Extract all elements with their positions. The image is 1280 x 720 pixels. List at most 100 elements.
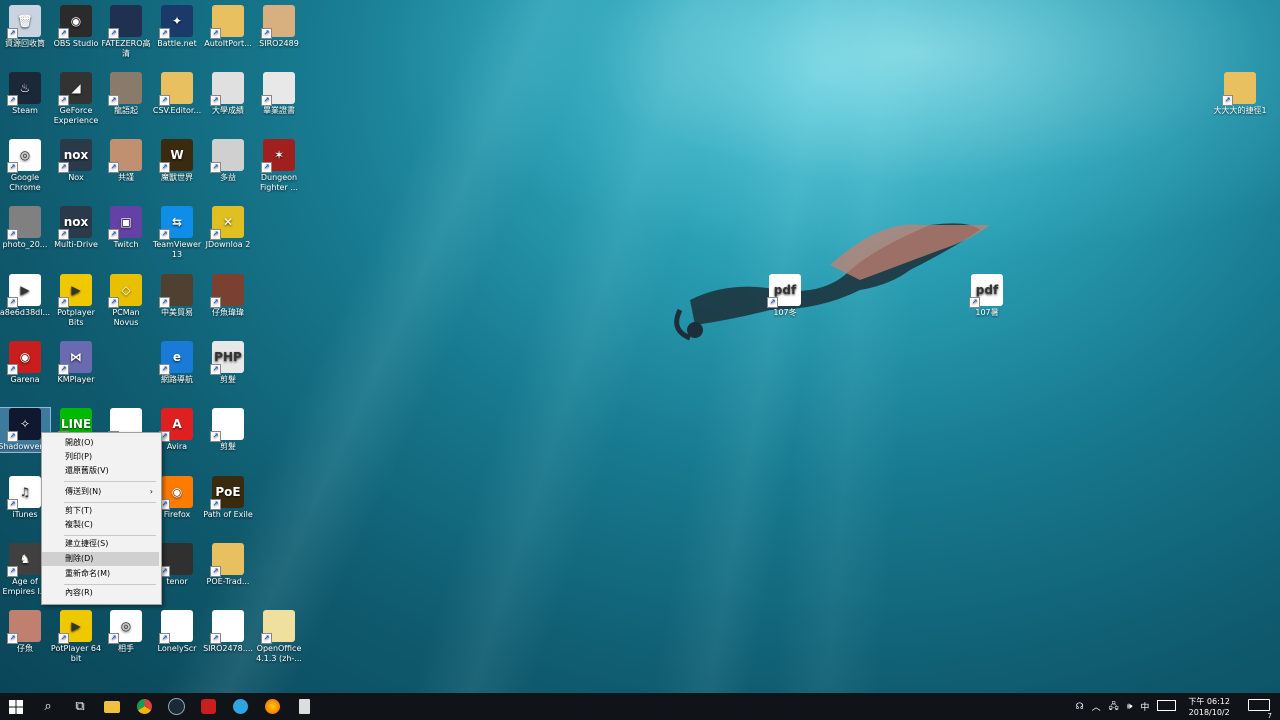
desktop-icon[interactable]: ↗ 畢業證書 (254, 72, 304, 116)
shortcut-arrow-icon: ↗ (58, 95, 69, 106)
taskbar-garena[interactable] (192, 693, 224, 720)
app-icon: ↗ (108, 5, 142, 39)
desktop-icon[interactable]: ▣ ↗ Twitch (101, 206, 151, 250)
desktop-icon[interactable]: ↗ CSV.Editor... (152, 72, 202, 116)
shortcut-arrow-icon: ↗ (159, 229, 170, 240)
shortcut-arrow-icon: ↗ (108, 633, 119, 644)
shortcut-arrow-icon: ↗ (159, 633, 170, 644)
menu-item-properties[interactable]: 內容(R) (42, 586, 159, 600)
desktop-icon[interactable]: ◉ ↗ Garena (0, 341, 50, 385)
taskbar-firefox[interactable] (256, 693, 288, 720)
menu-item-create-shortcut[interactable]: 建立捷徑(S) (42, 537, 159, 551)
desktop-icon[interactable]: ↗ FATEZERO高清 (101, 5, 151, 59)
desktop-icon[interactable]: ↗ 多益 (203, 139, 253, 183)
desktop-icon[interactable]: ⇆ ↗ TeamViewer 13 (152, 206, 202, 260)
people-icon[interactable]: ☊ (1072, 702, 1088, 712)
task-view-button[interactable]: ⧉ (64, 693, 96, 720)
desktop-icon[interactable]: ↗ POE-Trad... (203, 543, 253, 587)
menu-item-open[interactable]: 開啟(O) (42, 436, 159, 450)
notification-center-button[interactable]: 7 (1238, 699, 1280, 720)
desktop-icon[interactable]: pdf ↗ 107暑 (962, 274, 1012, 318)
ime-indicator[interactable]: 中 (1136, 700, 1153, 713)
taskbar: ⌕ ⧉ ☊ ︿ 🖧 🕪 中 下午 06:12 2018/10/2 7 (0, 693, 1280, 720)
shortcut-arrow-icon: ↗ (7, 28, 18, 39)
menu-separator (64, 535, 156, 536)
desktop-icon-label: Nox (68, 173, 84, 182)
shortcut-arrow-icon: ↗ (58, 28, 69, 39)
shortcut-arrow-icon: ↗ (210, 431, 221, 442)
desktop-icon[interactable]: ↗ OpenOffice 4.1.3 (zh-... (254, 610, 304, 664)
clock[interactable]: 下午 06:12 2018/10/2 (1180, 696, 1238, 718)
desktop-icon[interactable]: pdf ↗ 107冬 (760, 274, 810, 318)
desktop-icon[interactable]: ▶ ↗ a8e6d38dl... (0, 274, 50, 318)
search-button[interactable]: ⌕ (32, 693, 64, 720)
desktop-icon[interactable]: ◎ ↗ Google Chrome (0, 139, 50, 193)
desktop-icon[interactable]: nox ↗ Multi-Drive (51, 206, 101, 250)
desktop-icon-label: Path of Exile (203, 510, 253, 519)
taskbar-steam[interactable] (160, 693, 192, 720)
taskbar-file-explorer[interactable] (96, 693, 128, 720)
desktop-icon[interactable]: ✦ ↗ Battle.net (152, 5, 202, 49)
menu-item-send-to[interactable]: 傳送到(N) › (42, 485, 159, 499)
desktop-icon-label: GeForce Experience (53, 106, 99, 125)
desktop-icon[interactable]: ↗ LonelyScr (152, 610, 202, 654)
desktop-icon-label: KMPlayer (57, 375, 95, 384)
volume-icon[interactable]: 🕪 (1123, 702, 1137, 712)
app-icon: ✧ ↗ (7, 408, 41, 442)
taskbar-chrome[interactable] (128, 693, 160, 720)
desktop-icon[interactable]: nox ↗ Nox (51, 139, 101, 183)
menu-separator (64, 502, 156, 503)
firefox-icon (264, 699, 280, 714)
desktop-icon[interactable]: ↗ 龍語起 (101, 72, 151, 116)
desktop-icon[interactable]: ✕ ↗ JDownloa 2 (203, 206, 253, 250)
desktop-icon[interactable]: ▶ ↗ PotPlayer 64 bit (51, 610, 101, 664)
desktop-icon[interactable]: ♨ ↗ Steam (0, 72, 50, 116)
desktop-icon[interactable]: ✶ ↗ Dungeon Fighter ... (254, 139, 304, 193)
keyboard-icon[interactable] (1153, 699, 1180, 714)
network-icon[interactable]: 🖧 (1105, 699, 1123, 715)
desktop-icon[interactable]: ↗ SIRO2489 (254, 5, 304, 49)
shortcut-arrow-icon: ↗ (1222, 95, 1233, 106)
desktop-icon[interactable]: ↗ 仔魚 (0, 610, 50, 654)
desktop-icon[interactable]: PHP ↗ 剪髮 (203, 341, 253, 385)
desktop-icon[interactable]: e ↗ 網路導航 (152, 341, 202, 385)
desktop-icon[interactable]: PoE ↗ Path of Exile (203, 476, 253, 520)
desktop-icon[interactable]: ◢ ↗ GeForce Experience (51, 72, 101, 126)
shortcut-arrow-icon: ↗ (58, 364, 69, 375)
app-icon: ✕ ↗ (210, 206, 244, 240)
desktop-icon[interactable]: ↗ 共謹 (101, 139, 151, 183)
menu-item-delete[interactable]: 刪除(D) (42, 552, 159, 566)
desktop-icon[interactable]: ↗ 仔魚瑋瑋 (203, 274, 253, 318)
desktop-icon[interactable]: ↗ AutoItPort... (203, 5, 253, 49)
desktop-icon[interactable]: W ↗ 魔獸世界 (152, 139, 202, 183)
desktop-icon-label: 大學成績 (212, 106, 244, 115)
notification-count: 7 (1267, 712, 1272, 720)
menu-item-rename[interactable]: 重新命名(M) (42, 567, 159, 581)
desktop-icon-label: AutoItPort... (204, 39, 252, 48)
desktop-icon[interactable]: ◎ ↗ 相手 (101, 610, 151, 654)
menu-item-cut[interactable]: 剪下(T) (42, 504, 159, 518)
app-icon: ↗ (210, 72, 244, 106)
app-icon: nox ↗ (58, 206, 92, 240)
desktop-icon[interactable]: ⋈ ↗ KMPlayer (51, 341, 101, 385)
taskbar-calculator[interactable] (288, 693, 320, 720)
desktop-icon[interactable]: ↗ 大學成績 (203, 72, 253, 116)
menu-item-restore-previous[interactable]: 還原舊版(V) (42, 464, 159, 478)
desktop-icon[interactable]: ↗ 剪髮 (203, 408, 253, 452)
desktop-icon[interactable]: ◇ ↗ PCMan Novus (101, 274, 151, 328)
desktop-icon[interactable]: ↗ photo_20... (0, 206, 50, 250)
desktop-icon-label: 多益 (220, 173, 236, 182)
desktop-icon[interactable]: ↗ SIRO2478.... (203, 610, 253, 654)
start-button[interactable] (0, 693, 32, 720)
desktop-icon[interactable]: 🗑 ↗ 資源回收筒 (0, 5, 50, 49)
chevron-up-icon[interactable]: ︿ (1088, 700, 1105, 713)
desktop-icon[interactable]: ↗ 中美貿易 (152, 274, 202, 318)
clock-time: 下午 06:12 (1188, 696, 1230, 706)
desktop-icon[interactable]: ↗ 大大大的捷徑1 (1213, 72, 1267, 116)
menu-item-print[interactable]: 列印(P) (42, 450, 159, 464)
desktop-icon[interactable]: ▶ ↗ Potplayer Bits (51, 274, 101, 328)
taskbar-telegram[interactable] (224, 693, 256, 720)
menu-item-copy[interactable]: 複製(C) (42, 518, 159, 532)
shortcut-arrow-icon: ↗ (7, 566, 18, 577)
desktop-icon[interactable]: ◉ ↗ OBS Studio (51, 5, 101, 49)
